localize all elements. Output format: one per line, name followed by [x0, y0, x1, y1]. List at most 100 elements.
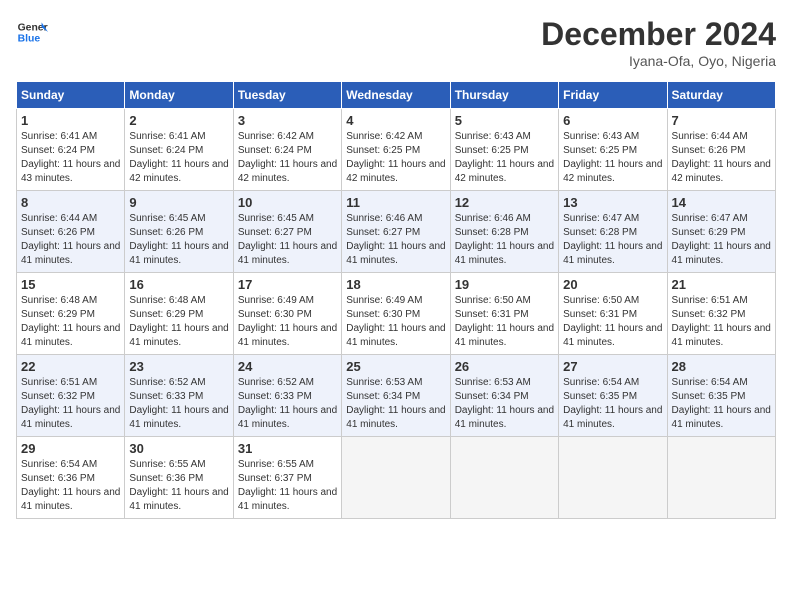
- week-row-3: 15 Sunrise: 6:48 AMSunset: 6:29 PMDayligh…: [17, 273, 776, 355]
- calendar-cell: 11 Sunrise: 6:46 AMSunset: 6:27 PMDayligh…: [342, 191, 450, 273]
- day-info: Sunrise: 6:54 AMSunset: 6:35 PMDaylight:…: [672, 376, 771, 432]
- calendar-cell: 19Sunrise: 6:50 AMSunset: 6:31 PMDayligh…: [450, 273, 558, 355]
- week-row-2: 8Sunrise: 6:44 AMSunset: 6:26 PMDaylight…: [17, 191, 776, 273]
- day-number: 23: [129, 359, 228, 374]
- day-number: 7: [672, 113, 771, 128]
- calendar-cell: 28 Sunrise: 6:54 AMSunset: 6:35 PMDayligh…: [667, 355, 775, 437]
- weekday-header-friday: Friday: [559, 82, 667, 109]
- day-number: 13: [563, 195, 662, 210]
- calendar-cell: 20Sunrise: 6:50 AMSunset: 6:31 PMDayligh…: [559, 273, 667, 355]
- week-row-4: 22Sunrise: 6:51 AMSunset: 6:32 PMDayligh…: [17, 355, 776, 437]
- weekday-header-sunday: Sunday: [17, 82, 125, 109]
- calendar-cell: [559, 437, 667, 519]
- day-info: Sunrise: 6:52 AMSunset: 6:33 PMDaylight:…: [129, 376, 228, 432]
- day-number: 17: [238, 277, 337, 292]
- weekday-header-wednesday: Wednesday: [342, 82, 450, 109]
- day-number: 1: [21, 113, 120, 128]
- title-block: December 2024 Iyana-Ofa, Oyo, Nigeria: [541, 16, 776, 69]
- day-info: Sunrise: 6:55 AMSunset: 6:36 PMDaylight:…: [129, 458, 228, 514]
- day-number: 21: [672, 277, 771, 292]
- calendar-cell: 5 Sunrise: 6:43 AMSunset: 6:25 PMDaylight…: [450, 109, 558, 191]
- calendar-cell: 23 Sunrise: 6:52 AMSunset: 6:33 PMDayligh…: [125, 355, 233, 437]
- calendar-cell: 29Sunrise: 6:54 AMSunset: 6:36 PMDayligh…: [17, 437, 125, 519]
- day-number: 26: [455, 359, 554, 374]
- day-number: 9: [129, 195, 228, 210]
- calendar-cell: 22Sunrise: 6:51 AMSunset: 6:32 PMDayligh…: [17, 355, 125, 437]
- day-info: Sunrise: 6:42 AMSunset: 6:24 PMDaylight:…: [238, 130, 337, 186]
- calendar-cell: [342, 437, 450, 519]
- logo-icon: General Blue: [16, 16, 48, 48]
- calendar-cell: 26 Sunrise: 6:53 AMSunset: 6:34 PMDayligh…: [450, 355, 558, 437]
- calendar-cell: 3 Sunrise: 6:42 AMSunset: 6:24 PMDaylight…: [233, 109, 341, 191]
- day-info: Sunrise: 6:51 AMSunset: 6:32 PMDaylight:…: [672, 294, 771, 350]
- day-info: Sunrise: 6:54 AMSunset: 6:35 PMDaylight:…: [563, 376, 662, 432]
- day-number: 18: [346, 277, 445, 292]
- day-number: 22: [21, 359, 120, 374]
- calendar-cell: [667, 437, 775, 519]
- day-info: Sunrise: 6:47 AMSunset: 6:28 PMDaylight:…: [563, 212, 662, 268]
- day-info: Sunrise: 6:55 AMSunset: 6:37 PMDaylight:…: [238, 458, 337, 514]
- day-number: 31: [238, 441, 337, 456]
- calendar-cell: 6 Sunrise: 6:43 AMSunset: 6:25 PMDaylight…: [559, 109, 667, 191]
- calendar-cell: 17 Sunrise: 6:49 AMSunset: 6:30 PMDayligh…: [233, 273, 341, 355]
- calendar-cell: 27 Sunrise: 6:54 AMSunset: 6:35 PMDayligh…: [559, 355, 667, 437]
- calendar-cell: 1Sunrise: 6:41 AMSunset: 6:24 PMDaylight…: [17, 109, 125, 191]
- day-number: 11: [346, 195, 445, 210]
- calendar-cell: 9 Sunrise: 6:45 AMSunset: 6:26 PMDaylight…: [125, 191, 233, 273]
- day-number: 6: [563, 113, 662, 128]
- day-number: 4: [346, 113, 445, 128]
- day-info: Sunrise: 6:46 AMSunset: 6:27 PMDaylight:…: [346, 212, 445, 268]
- day-info: Sunrise: 6:49 AMSunset: 6:30 PMDaylight:…: [238, 294, 337, 350]
- calendar-cell: 12 Sunrise: 6:46 AMSunset: 6:28 PMDayligh…: [450, 191, 558, 273]
- day-number: 5: [455, 113, 554, 128]
- day-info: Sunrise: 6:48 AMSunset: 6:29 PMDaylight:…: [21, 294, 120, 350]
- page-header: General Blue December 2024 Iyana-Ofa, Oy…: [16, 16, 776, 69]
- weekday-header-saturday: Saturday: [667, 82, 775, 109]
- day-info: Sunrise: 6:50 AMSunset: 6:31 PMDaylight:…: [563, 294, 662, 350]
- weekday-header-thursday: Thursday: [450, 82, 558, 109]
- calendar-cell: 4 Sunrise: 6:42 AMSunset: 6:25 PMDaylight…: [342, 109, 450, 191]
- day-number: 16: [129, 277, 228, 292]
- day-number: 28: [672, 359, 771, 374]
- day-number: 12: [455, 195, 554, 210]
- day-info: Sunrise: 6:43 AMSunset: 6:25 PMDaylight:…: [455, 130, 554, 186]
- month-title: December 2024: [541, 16, 776, 53]
- weekday-header-row: SundayMondayTuesdayWednesdayThursdayFrid…: [17, 82, 776, 109]
- calendar-cell: 8Sunrise: 6:44 AMSunset: 6:26 PMDaylight…: [17, 191, 125, 273]
- calendar-cell: 30Sunrise: 6:55 AMSunset: 6:36 PMDayligh…: [125, 437, 233, 519]
- calendar-cell: 10Sunrise: 6:45 AMSunset: 6:27 PMDayligh…: [233, 191, 341, 273]
- day-number: 15: [21, 277, 120, 292]
- day-number: 24: [238, 359, 337, 374]
- location: Iyana-Ofa, Oyo, Nigeria: [541, 53, 776, 69]
- weekday-header-tuesday: Tuesday: [233, 82, 341, 109]
- svg-text:Blue: Blue: [18, 34, 41, 45]
- day-info: Sunrise: 6:45 AMSunset: 6:26 PMDaylight:…: [129, 212, 228, 268]
- day-info: Sunrise: 6:53 AMSunset: 6:34 PMDaylight:…: [455, 376, 554, 432]
- weekday-header-monday: Monday: [125, 82, 233, 109]
- day-number: 14: [672, 195, 771, 210]
- day-number: 25: [346, 359, 445, 374]
- day-number: 27: [563, 359, 662, 374]
- day-number: 2: [129, 113, 228, 128]
- day-info: Sunrise: 6:50 AMSunset: 6:31 PMDaylight:…: [455, 294, 554, 350]
- day-info: Sunrise: 6:46 AMSunset: 6:28 PMDaylight:…: [455, 212, 554, 268]
- day-number: 29: [21, 441, 120, 456]
- day-info: Sunrise: 6:48 AMSunset: 6:29 PMDaylight:…: [129, 294, 228, 350]
- calendar-cell: 25Sunrise: 6:53 AMSunset: 6:34 PMDayligh…: [342, 355, 450, 437]
- day-info: Sunrise: 6:43 AMSunset: 6:25 PMDaylight:…: [563, 130, 662, 186]
- calendar-cell: 18Sunrise: 6:49 AMSunset: 6:30 PMDayligh…: [342, 273, 450, 355]
- logo: General Blue: [16, 16, 48, 48]
- day-info: Sunrise: 6:52 AMSunset: 6:33 PMDaylight:…: [238, 376, 337, 432]
- calendar-cell: 31 Sunrise: 6:55 AMSunset: 6:37 PMDayligh…: [233, 437, 341, 519]
- calendar-cell: 7 Sunrise: 6:44 AMSunset: 6:26 PMDaylight…: [667, 109, 775, 191]
- day-info: Sunrise: 6:42 AMSunset: 6:25 PMDaylight:…: [346, 130, 445, 186]
- calendar-cell: 21 Sunrise: 6:51 AMSunset: 6:32 PMDayligh…: [667, 273, 775, 355]
- calendar-cell: 14Sunrise: 6:47 AMSunset: 6:29 PMDayligh…: [667, 191, 775, 273]
- week-row-1: 1Sunrise: 6:41 AMSunset: 6:24 PMDaylight…: [17, 109, 776, 191]
- calendar-cell: [450, 437, 558, 519]
- day-info: Sunrise: 6:44 AMSunset: 6:26 PMDaylight:…: [672, 130, 771, 186]
- calendar-cell: 2Sunrise: 6:41 AMSunset: 6:24 PMDaylight…: [125, 109, 233, 191]
- calendar-cell: 15 Sunrise: 6:48 AMSunset: 6:29 PMDayligh…: [17, 273, 125, 355]
- day-number: 8: [21, 195, 120, 210]
- day-number: 3: [238, 113, 337, 128]
